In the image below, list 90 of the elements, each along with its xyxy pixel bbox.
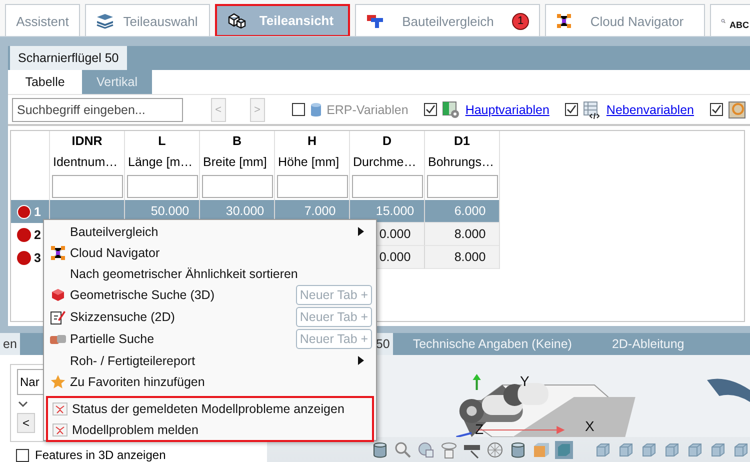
cube-icon [50,287,66,303]
count-badge: 1 [512,12,529,30]
column-description: Identnum… [49,151,124,172]
cubes-icon [227,12,247,28]
tab[interactable]: en [0,333,20,355]
column-description: Durchme… [349,151,424,172]
table-cell: 8.000 [424,223,499,246]
cylinder-icon[interactable] [371,440,389,458]
checkbox[interactable] [565,103,578,116]
status-dot [17,204,31,218]
filter-field[interactable] [277,175,348,198]
tab[interactable]: Assistent [5,4,80,36]
scroll-left-button[interactable]: < [17,413,35,433]
column-description: Höhe [mm] [274,151,349,172]
view-cube-icon[interactable] [686,440,704,458]
tab[interactable]: Bauteilvergleich 1 [355,4,540,36]
row-number: 3 [34,250,41,264]
table-code-icon [583,100,602,118]
checkbox[interactable] [292,103,305,116]
filter-field[interactable] [427,175,498,198]
report-icon [52,422,68,438]
report-icon [52,400,68,416]
filter-field[interactable] [202,175,273,198]
option-label: ERP-Variablen [326,102,408,116]
view-cube-icon[interactable] [617,440,635,458]
layers-icon [96,13,114,29]
database-icon [310,102,322,118]
menu-item[interactable]: Skizzensuche (2D) Neuer Tab + [46,306,374,328]
view-cube-icon[interactable] [709,440,727,458]
link[interactable]: Hauptvariablen [465,102,550,116]
table-cell: 15.000 [349,200,424,223]
menu-item[interactable]: Status der gemeldeten Modellprobleme anzeigen [48,398,372,419]
column-header[interactable]: B [199,131,274,151]
sketch-icon [50,309,66,325]
table-gear-icon [442,100,460,118]
textured-cube-icon[interactable] [532,440,550,458]
menu-item[interactable]: Zu Favoriten hinzufügen [46,371,374,392]
submenu-arrow-icon [358,227,364,236]
document-tab[interactable]: Scharnierflügel 50 [10,46,127,70]
status-dot [17,250,31,264]
status-dot [17,228,31,242]
blocks-icon [49,332,67,346]
checkbox[interactable] [424,103,438,116]
tab[interactable]: ABC [710,4,750,36]
filter-field[interactable] [127,175,198,198]
table-cell: 8.000 [424,246,499,269]
axis-label: Z [475,421,484,437]
submenu-arrow-icon [358,356,364,365]
tab[interactable]: Teileauswahl [85,4,210,36]
column-header[interactable]: D1 [424,131,499,151]
axis-label: Y [520,373,530,389]
view-cube-icon[interactable] [732,440,750,458]
link[interactable]: Nebenvariablen [606,102,694,116]
table-cell: 6.000 [424,200,499,223]
checkbox[interactable] [16,448,29,462]
zoom-icon[interactable] [394,440,412,458]
row-number: 2 [34,228,41,242]
rotate-icon[interactable] [440,440,458,458]
checkbox[interactable] [710,103,723,116]
row-number: 1 [34,204,41,218]
search-field[interactable]: Suchbegriff eingeben... [12,98,183,122]
axis-label: X [585,418,594,434]
image-icon [728,100,746,118]
filter-field[interactable] [352,175,423,198]
column-description: Länge [m… [124,151,199,172]
cube-icon[interactable] [555,440,573,458]
tab[interactable]: Cloud Navigator [545,4,705,36]
menu-item[interactable]: Partielle Suche Neuer Tab + [46,328,374,350]
menu-item[interactable]: Geometrische Suche (3D) Neuer Tab + [46,284,374,306]
menu-item[interactable]: Roh- / Fertigteilereport [46,350,374,371]
compare-icon [366,13,384,29]
chevron-icon[interactable] [17,399,29,409]
view-cube-icon[interactable] [663,440,681,458]
column-description: Breite [mm] [199,151,274,172]
wireframe-icon[interactable] [486,440,504,458]
column-header[interactable]: L [124,131,199,151]
cylinder-icon[interactable] [509,440,527,458]
column-header[interactable]: D [349,131,424,151]
column-header[interactable]: IDNR [49,131,124,151]
star-icon [50,374,66,390]
view-cube-icon[interactable] [594,440,612,458]
menu-item[interactable]: Modellproblem melden [48,419,372,440]
sphere-icon[interactable] [417,440,435,458]
network-icon [50,244,66,260]
view-cube-icon[interactable] [640,440,658,458]
column-header[interactable]: H [274,131,349,151]
column-description: Bohrungs… [424,151,499,172]
checkbox-label: Features in 3D anzeigen [35,448,166,462]
network-icon [556,13,572,29]
filter-field[interactable] [52,175,123,198]
